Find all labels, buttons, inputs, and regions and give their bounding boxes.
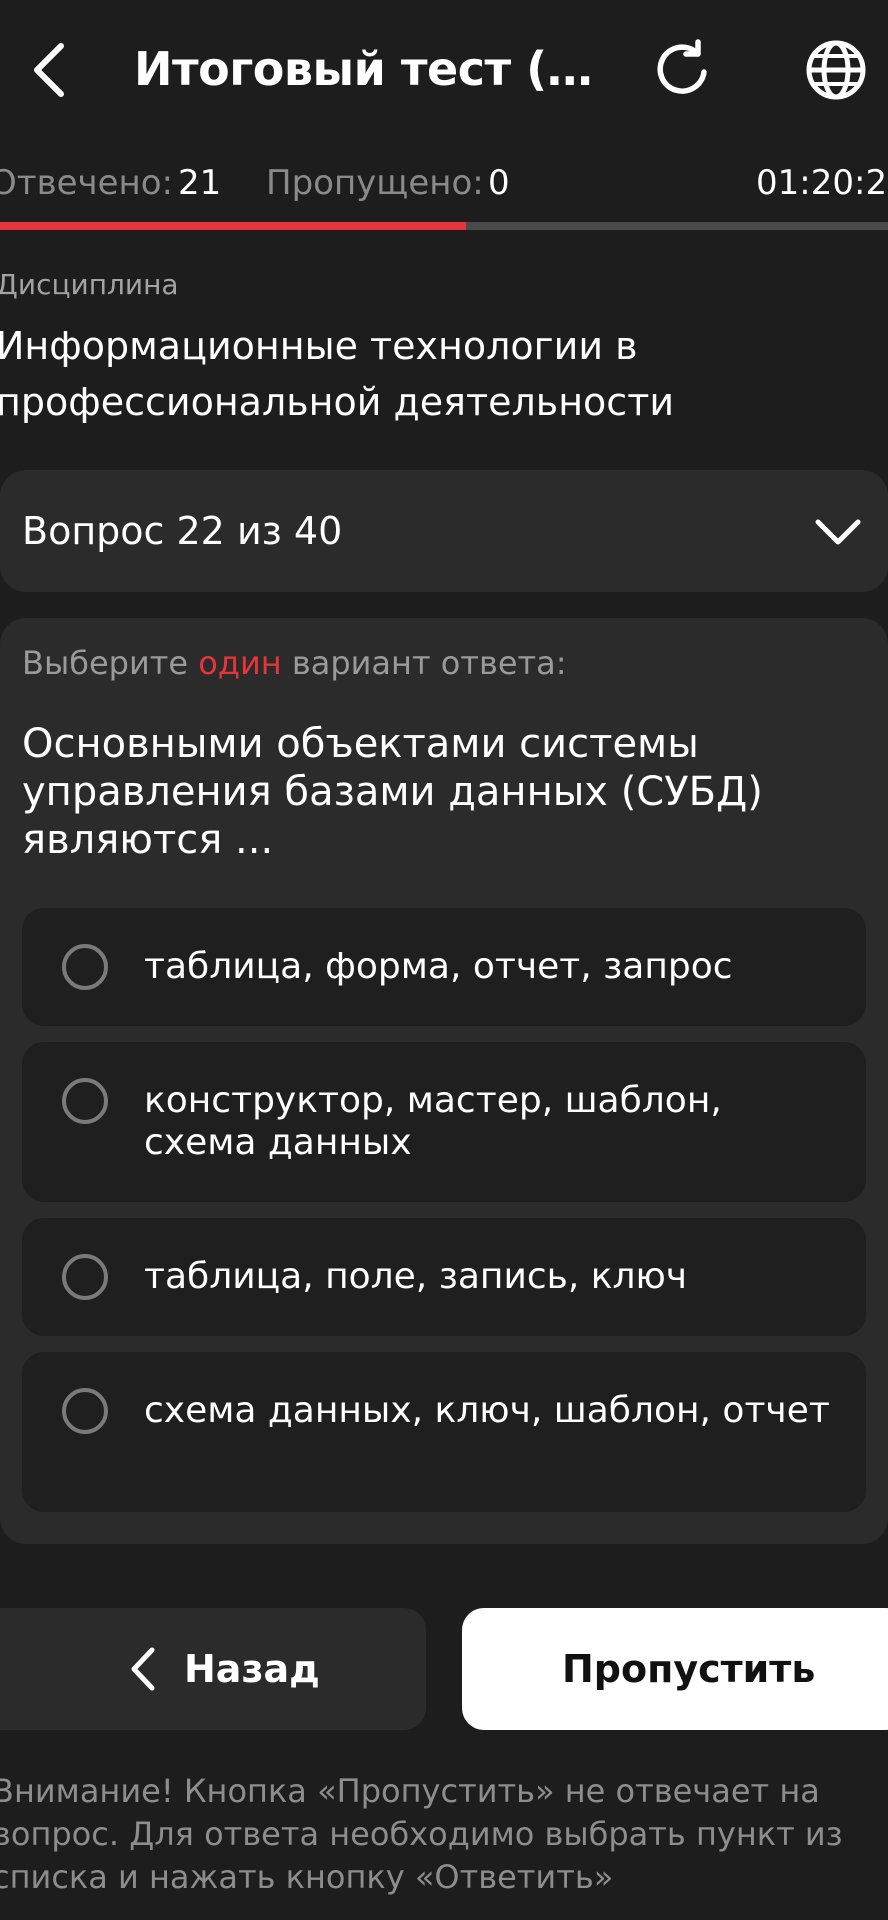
- instruction-text-before: Выберите: [22, 644, 189, 682]
- radio-button[interactable]: [62, 944, 108, 990]
- radio-button[interactable]: [62, 1388, 108, 1434]
- option-label: таблица, поле, запись, ключ: [144, 1256, 688, 1297]
- back-button[interactable]: [14, 28, 84, 112]
- answered-count: 21: [178, 163, 222, 203]
- progress-bar: [0, 222, 888, 230]
- question-card: Выберите один вариант ответа: Основными …: [0, 618, 888, 1544]
- discipline-label: Дисциплина: [0, 268, 179, 301]
- answer-option-1[interactable]: таблица, форма, отчет, запрос: [22, 908, 866, 1026]
- language-button[interactable]: [796, 30, 876, 110]
- radio-button[interactable]: [62, 1254, 108, 1300]
- answer-option-2[interactable]: конструктор, мастер, шаблон, схема данны…: [22, 1042, 866, 1202]
- reload-icon: [657, 39, 707, 94]
- answer-instruction: Выберите один вариант ответа:: [22, 644, 567, 682]
- discipline-name: Информационные технологии в профессионал…: [0, 324, 675, 424]
- reload-button[interactable]: [646, 32, 722, 108]
- option-label: таблица, форма, отчет, запрос: [144, 946, 733, 987]
- stats-bar: Отвечено: 21 Пропущено: 0 01:20:27: [0, 158, 888, 208]
- back-nav-button[interactable]: Назад: [0, 1608, 426, 1730]
- progress-fill: [0, 222, 467, 230]
- instruction-text-after: вариант ответа:: [291, 644, 567, 682]
- chevron-down-icon: [815, 519, 861, 545]
- chevron-left-icon: [34, 43, 64, 97]
- option-label: конструктор, мастер, шаблон, схема данны…: [144, 1080, 722, 1163]
- skipped-count: 0: [488, 163, 510, 203]
- answer-option-4[interactable]: схема данных, ключ, шаблон, отчет: [22, 1352, 866, 1512]
- skip-notice: Внимание! Кнопка «Пропустить» не отвечае…: [0, 1772, 843, 1896]
- instruction-highlight: один: [198, 644, 282, 682]
- answered-label: Отвечено:: [0, 163, 174, 203]
- chevron-left-icon: [131, 1647, 155, 1691]
- option-label: схема данных, ключ, шаблон, отчет: [144, 1390, 830, 1431]
- radio-button[interactable]: [62, 1078, 108, 1124]
- skipped-label: Пропущено:: [266, 163, 484, 203]
- skip-button-label: Пропустить: [562, 1647, 816, 1691]
- globe-icon: [806, 40, 866, 100]
- question-selector[interactable]: Вопрос 22 из 40: [0, 470, 888, 592]
- skip-button[interactable]: Пропустить: [462, 1608, 888, 1730]
- answer-option-3[interactable]: таблица, поле, запись, ключ: [22, 1218, 866, 1336]
- question-text: Основными объектами системы управления б…: [22, 721, 763, 863]
- timer: 01:20:27: [756, 163, 888, 203]
- page-title: Итоговый тест (пе...: [134, 42, 594, 96]
- back-button-label: Назад: [184, 1647, 320, 1691]
- question-number: Вопрос 22 из 40: [22, 509, 343, 553]
